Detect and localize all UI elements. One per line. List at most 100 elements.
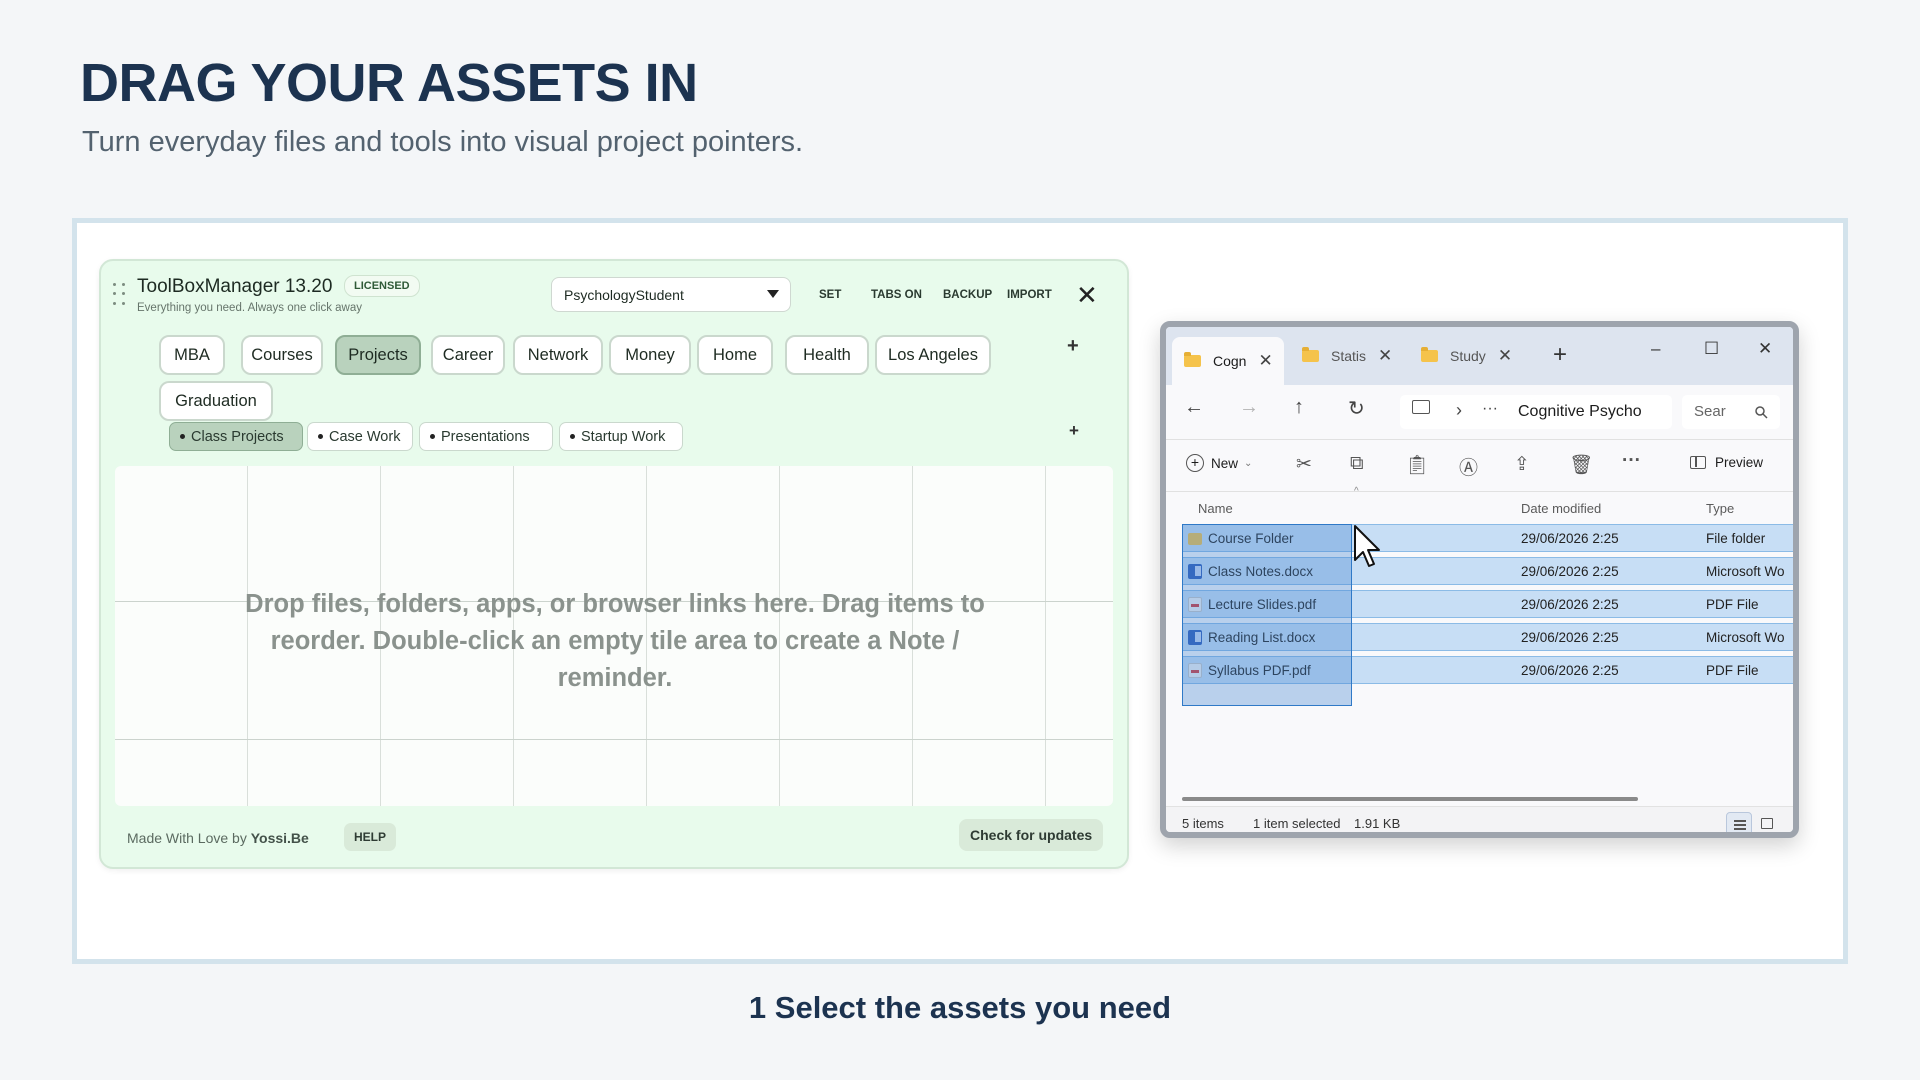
bullet-icon	[570, 434, 575, 439]
footer-prefix: Made With Love by	[127, 830, 247, 846]
file-explorer-window: Cogn ✕ Statis ✕ Study ✕ + – ☐ ✕ ← → ↑ ↻	[1160, 321, 1799, 838]
toolbox-manager-panel: ToolBoxManager 13.20 LICENSED Everything…	[99, 259, 1129, 869]
bullet-icon	[430, 434, 435, 439]
new-tab-button[interactable]: +	[1553, 341, 1567, 369]
import-button[interactable]: IMPORT	[1007, 289, 1052, 301]
delete-icon[interactable]: 🗑︎	[1569, 453, 1593, 477]
explorer-tab-study[interactable]: Study ✕	[1409, 335, 1521, 377]
subtab-startup-work[interactable]: Startup Work	[559, 422, 683, 451]
backup-button[interactable]: BACKUP	[943, 289, 992, 301]
search-icon	[1755, 406, 1768, 419]
preview-button[interactable]: Preview	[1690, 455, 1763, 470]
headline: DRAG YOUR ASSETS IN	[80, 53, 698, 113]
caret-down-icon	[767, 290, 779, 298]
explorer-toolbar: + New ⌄ ✂ ⧉ 📋︎ Ⓐ ⇪ 🗑︎ ··· Preview	[1166, 439, 1793, 491]
maximize-icon[interactable]: ☐	[1704, 339, 1719, 359]
selection-size: 1.91 KB	[1354, 816, 1401, 831]
help-button[interactable]: HELP	[344, 823, 397, 851]
footer-author-link[interactable]: Yossi.Be	[251, 830, 309, 846]
tab-career[interactable]: Career	[431, 335, 505, 375]
bullet-icon	[180, 434, 185, 439]
tab-health[interactable]: Health	[785, 335, 869, 375]
subtab-label: Presentations	[441, 428, 530, 445]
search-box[interactable]: Sear	[1682, 395, 1780, 429]
copy-icon[interactable]: ⧉	[1350, 453, 1364, 475]
status-bar: 5 items 1 item selected 1.91 KB	[1166, 806, 1793, 832]
tab-network[interactable]: Network	[513, 335, 603, 375]
close-tab-icon[interactable]: ✕	[1378, 346, 1392, 366]
details-view-icon[interactable]	[1726, 812, 1752, 832]
tabs-on-button[interactable]: TABS ON	[871, 289, 922, 301]
step-caption: 1 Select the assets you need	[748, 990, 1172, 1025]
cut-icon[interactable]: ✂	[1296, 453, 1312, 476]
more-options-icon[interactable]: ···	[1622, 450, 1641, 472]
rename-icon[interactable]: Ⓐ	[1459, 453, 1478, 480]
up-icon[interactable]: ↑	[1294, 396, 1304, 419]
refresh-icon[interactable]: ↻	[1348, 396, 1365, 421]
close-tab-icon[interactable]: ✕	[1498, 346, 1512, 366]
file-date: 29/06/2026 2:25	[1521, 597, 1619, 612]
app-tagline: Everything you need. Always one click aw…	[137, 302, 363, 314]
folder-icon	[1421, 347, 1438, 362]
subtab-label: Class Projects	[191, 428, 284, 445]
item-count: 5 items	[1182, 816, 1224, 831]
share-icon[interactable]: ⇪	[1514, 453, 1530, 476]
window-close-icon[interactable]: ✕	[1758, 339, 1772, 359]
more-path-icon[interactable]: ···	[1482, 400, 1498, 418]
drop-zone[interactable]: Drop files, folders, apps, or browser li…	[115, 466, 1113, 806]
minimize-icon[interactable]: –	[1651, 339, 1660, 359]
monitor-icon	[1412, 400, 1430, 414]
tab-mba[interactable]: MBA	[159, 335, 225, 375]
explorer-tab-cogn[interactable]: Cogn ✕	[1172, 337, 1284, 385]
subtab-label: Startup Work	[581, 428, 666, 445]
subtab-case-work[interactable]: Case Work	[307, 422, 413, 451]
plus-circle-icon: +	[1186, 454, 1204, 472]
subhead: Turn everyday files and tools into visua…	[82, 126, 804, 158]
drag-handle-icon[interactable]	[113, 283, 127, 307]
tab-los-angeles[interactable]: Los Angeles	[875, 335, 991, 375]
add-tab-button[interactable]: +	[1067, 335, 1079, 358]
explorer-tab-label: Cogn	[1213, 353, 1247, 369]
new-button[interactable]: + New ⌄	[1186, 454, 1252, 472]
profile-select[interactable]: PsychologyStudent	[551, 277, 791, 312]
preview-pane-icon	[1690, 456, 1706, 469]
file-type: Microsoft Wo	[1706, 564, 1785, 579]
tab-graduation[interactable]: Graduation	[159, 381, 273, 421]
check-updates-button[interactable]: Check for updates	[959, 819, 1104, 851]
column-header-date[interactable]: Date modified	[1521, 501, 1601, 516]
file-type: Microsoft Wo	[1706, 630, 1785, 645]
search-placeholder: Sear	[1694, 403, 1726, 420]
drop-hint: Drop files, folders, apps, or browser li…	[245, 590, 985, 692]
close-icon[interactable]: ✕	[1076, 282, 1098, 308]
subtab-class-projects[interactable]: Class Projects	[169, 422, 303, 451]
address-path: Cognitive Psycho	[1518, 403, 1642, 420]
file-date: 29/06/2026 2:25	[1521, 630, 1619, 645]
set-button[interactable]: SET	[819, 289, 841, 301]
file-type: PDF File	[1706, 597, 1759, 612]
explorer-tab-statis[interactable]: Statis ✕	[1290, 335, 1402, 377]
tab-home[interactable]: Home	[697, 335, 773, 375]
column-header-name[interactable]: Name	[1198, 501, 1233, 516]
subtab-label: Case Work	[329, 428, 401, 445]
tab-courses[interactable]: Courses	[241, 335, 323, 375]
tiles-view-icon[interactable]	[1754, 812, 1780, 832]
add-subtab-button[interactable]: +	[1069, 421, 1079, 441]
mouse-cursor-icon	[1354, 525, 1380, 567]
preview-label: Preview	[1715, 455, 1764, 470]
tab-projects[interactable]: Projects	[335, 335, 421, 375]
back-icon[interactable]: ←	[1184, 396, 1204, 419]
chevron-right-icon: ›	[1456, 400, 1462, 420]
app-title: ToolBoxManager 13.20	[137, 276, 333, 297]
demo-stage: ToolBoxManager 13.20 LICENSED Everything…	[72, 218, 1848, 964]
close-tab-icon[interactable]: ✕	[1258, 351, 1272, 371]
selection-marquee	[1182, 524, 1352, 706]
horizontal-scrollbar[interactable]	[1182, 797, 1638, 801]
bullet-icon	[318, 434, 323, 439]
file-date: 29/06/2026 2:25	[1521, 564, 1619, 579]
address-bar[interactable]: › ··· Cognitive Psycho	[1400, 395, 1672, 429]
tab-money[interactable]: Money	[609, 335, 691, 375]
forward-icon[interactable]: →	[1239, 396, 1259, 419]
column-header-type[interactable]: Type	[1706, 501, 1734, 516]
paste-icon[interactable]: 📋︎	[1405, 453, 1429, 477]
subtab-presentations[interactable]: Presentations	[419, 422, 553, 451]
